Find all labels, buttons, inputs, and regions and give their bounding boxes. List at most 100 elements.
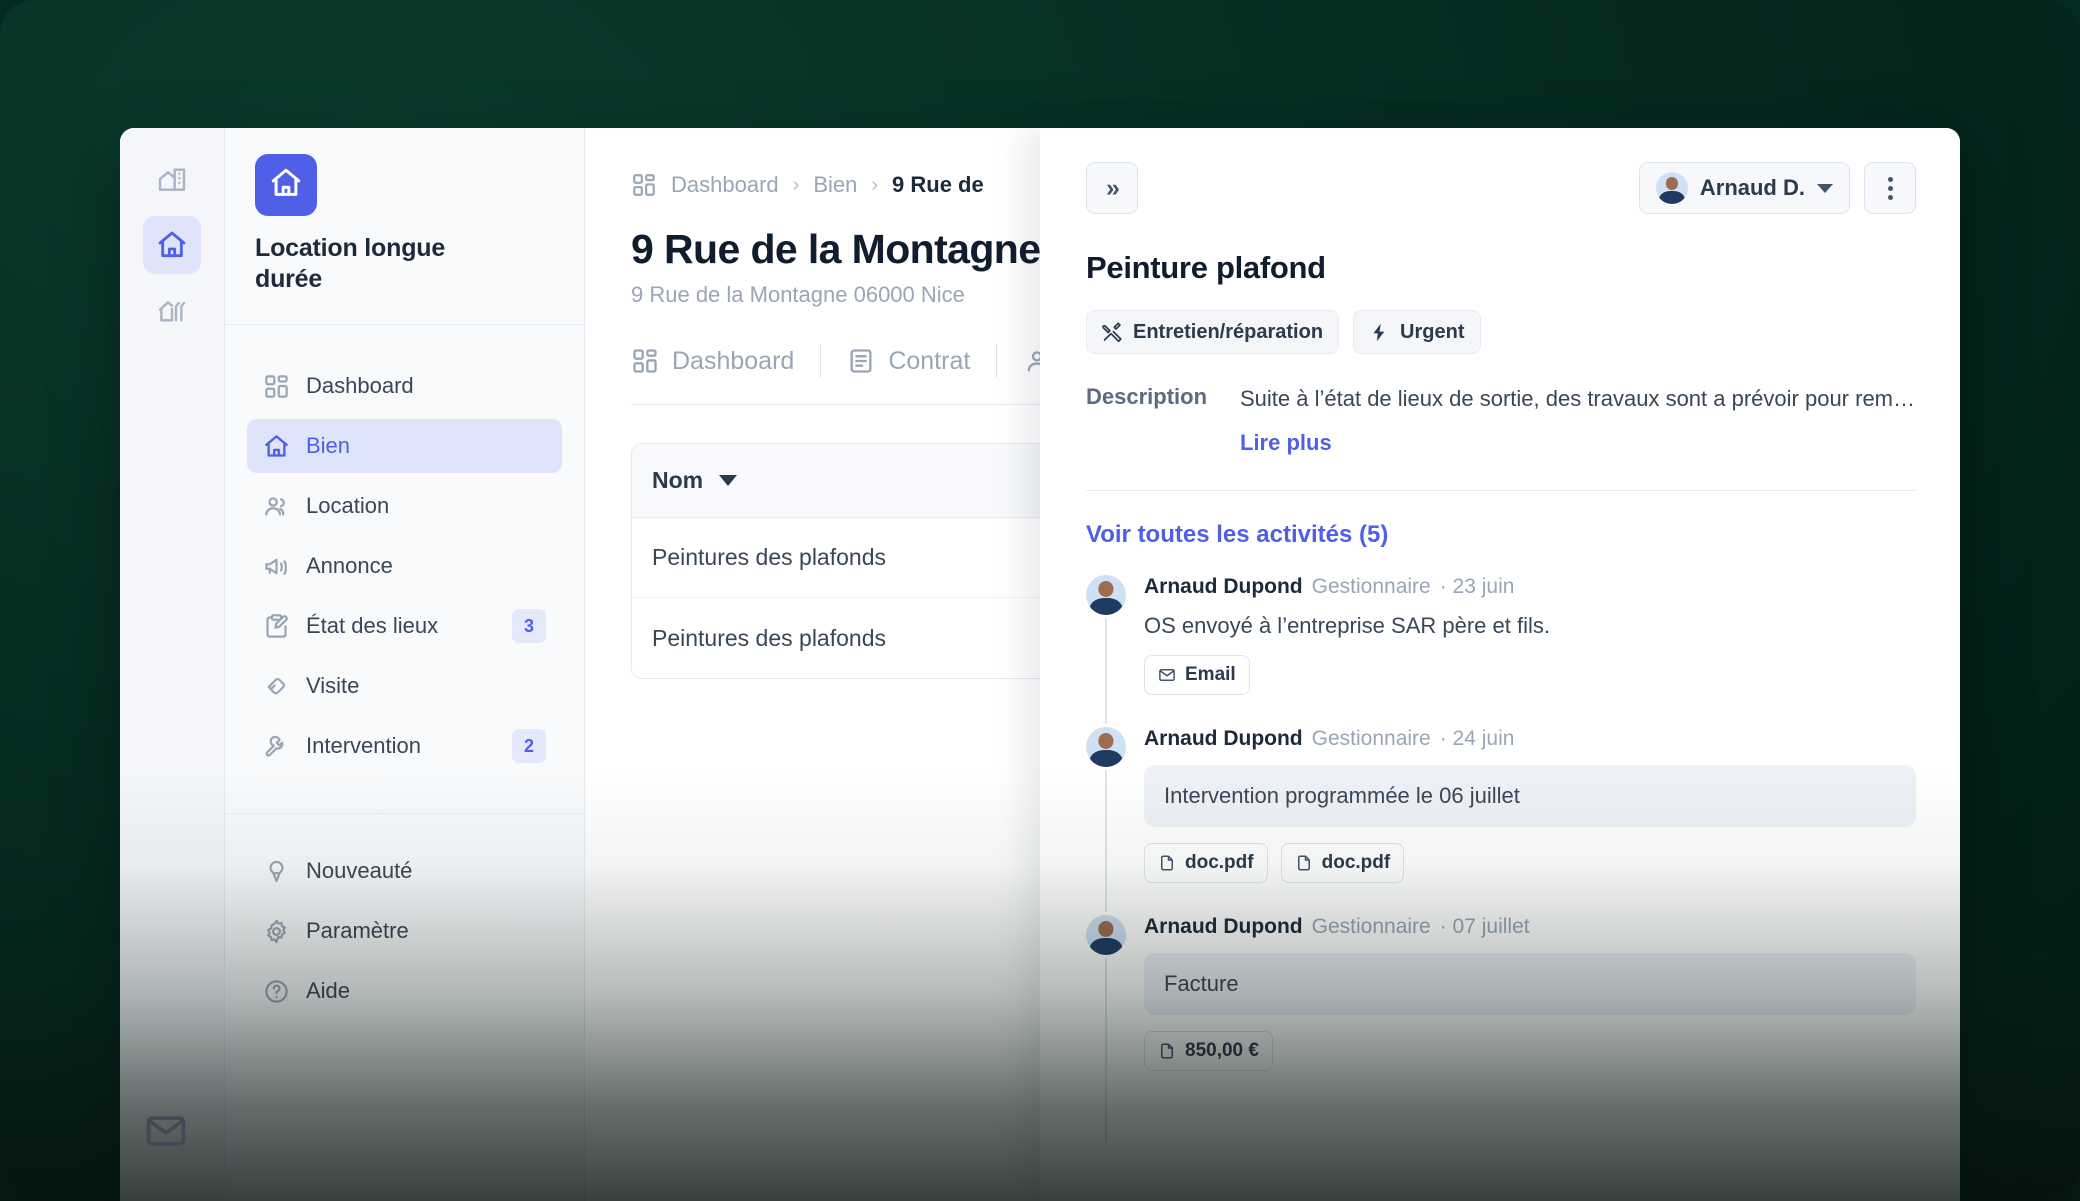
activity-note-box: Intervention programmée le 06 juillet: [1144, 764, 1916, 827]
avatar: [1086, 574, 1126, 615]
chip-label: doc.pdf: [1185, 851, 1254, 873]
sidebar-item-badge: 2: [512, 729, 546, 763]
home-icon: [156, 229, 188, 261]
column-header-nom[interactable]: Nom: [652, 467, 703, 494]
chevron-down-icon: [1817, 183, 1833, 193]
avatar: [1086, 914, 1126, 955]
activity-role: Gestionnaire: [1311, 914, 1431, 938]
rail-item-house-lines[interactable]: [143, 282, 201, 340]
chevrons-right-icon: »: [1106, 173, 1120, 202]
chip-invoice-amount[interactable]: 850,00 €: [1144, 1030, 1273, 1071]
assignee-label: Arnaud D.: [1699, 175, 1805, 200]
sparkle-icon: [263, 858, 290, 885]
tag-priority[interactable]: Urgent: [1353, 310, 1481, 354]
tab-label: Dashboard: [672, 346, 795, 375]
sidebar-item-parametre[interactable]: Paramètre: [247, 904, 562, 958]
cell-nom: Peintures des plafonds: [652, 544, 886, 570]
tab-dashboard[interactable]: Dashboard: [631, 347, 820, 376]
toolbar-right-group: Arnaud D.: [1638, 162, 1916, 214]
overflow-menu-button[interactable]: [1864, 162, 1916, 214]
brand-logo[interactable]: [255, 154, 317, 216]
sidebar-item-label: Paramètre: [306, 918, 409, 943]
chip-label: 850,00 €: [1185, 1039, 1259, 1061]
dashboard-icon: [631, 347, 659, 375]
tab-label: Contrat: [888, 346, 971, 375]
sidebar-item-visite[interactable]: Visite: [247, 659, 562, 713]
tab-contrat[interactable]: Contrat: [847, 347, 996, 376]
sidebar-item-aide[interactable]: Aide: [247, 964, 562, 1018]
activity-chips: 850,00 €: [1144, 1030, 1916, 1071]
detail-panel: » Arnaud D. Peinture plafond Entretien/r…: [1040, 128, 1960, 1201]
rail-item-home[interactable]: [143, 216, 201, 274]
sidebar: Location longue durée Dashboard Bien Loc…: [225, 128, 585, 1201]
sidebar-item-location[interactable]: Location: [247, 479, 562, 533]
activity-text: OS envoyé à l’entreprise SAR père et fil…: [1144, 612, 1550, 638]
clipboard-pen-icon: [263, 613, 290, 640]
view-all-activities-link[interactable]: Voir toutes les activités (5): [1086, 521, 1916, 549]
dashboard-icon: [631, 172, 657, 198]
activity-note-box: Facture: [1144, 952, 1916, 1015]
dashboard-icon: [263, 373, 290, 400]
sidebar-item-bien[interactable]: Bien: [247, 419, 562, 473]
bolt-icon: [1369, 322, 1390, 343]
sidebar-item-annonce[interactable]: Annonce: [247, 539, 562, 593]
chip-attachment[interactable]: doc.pdf: [1280, 842, 1405, 883]
file-pdf-icon: [1295, 854, 1313, 872]
sidebar-item-intervention[interactable]: Intervention 2: [247, 719, 562, 773]
rail-item-building-house[interactable]: [143, 150, 201, 208]
panel-title: Peinture plafond: [1086, 250, 1326, 285]
avatar: [1086, 726, 1126, 767]
sidebar-item-label: Aide: [306, 978, 351, 1003]
read-more-link[interactable]: Lire plus: [1240, 430, 1916, 456]
chip-attachment[interactable]: doc.pdf: [1144, 842, 1268, 883]
breadcrumb-item-bien[interactable]: Bien: [813, 172, 857, 198]
activity-date: · 23 juin: [1439, 574, 1515, 598]
activity-author: Arnaud Dupond: [1144, 726, 1303, 750]
description-text: Suite à l’état de lieux de sortie, des t…: [1240, 386, 1916, 411]
sidebar-item-etat-des-lieux[interactable]: État des lieux 3: [247, 599, 562, 653]
breadcrumb-item-dashboard[interactable]: Dashboard: [671, 172, 779, 198]
assignee-dropdown[interactable]: Arnaud D.: [1638, 162, 1850, 214]
sidebar-item-label: Bien: [306, 433, 351, 458]
caret-down-icon[interactable]: [719, 475, 738, 486]
activity-meta: Arnaud Dupond Gestionnaire · 24 juin: [1144, 727, 1916, 751]
activity-meta: Arnaud Dupond Gestionnaire · 07 juillet: [1144, 915, 1916, 939]
sidebar-item-label: Visite: [306, 673, 360, 698]
avatar: [1655, 172, 1688, 204]
panel-toolbar: » Arnaud D.: [1086, 162, 1916, 214]
breadcrumb-current: 9 Rue de: [892, 172, 984, 197]
activity-author: Arnaud Dupond: [1144, 914, 1303, 938]
chevron-right-icon: ›: [792, 173, 800, 196]
activity-item: Arnaud Dupond Gestionnaire · 07 juillet …: [1086, 914, 1916, 1103]
cell-nom: Peintures des plafonds: [652, 624, 886, 651]
mail-icon[interactable]: [144, 1109, 188, 1153]
collapse-panel-button[interactable]: »: [1086, 162, 1138, 214]
users-icon: [263, 493, 290, 520]
file-pdf-icon: [1158, 854, 1176, 872]
building-house-icon: [156, 163, 188, 195]
sidebar-secondary-nav: Nouveauté Paramètre Aide: [225, 814, 584, 1024]
wrench-icon: [263, 733, 290, 760]
chip-email[interactable]: Email: [1144, 654, 1250, 695]
sidebar-item-label: Intervention: [306, 733, 421, 758]
sidebar-item-dashboard[interactable]: Dashboard: [247, 359, 562, 413]
activity-chips: doc.pdf doc.pdf: [1144, 842, 1916, 883]
description-label: Description: [1086, 384, 1208, 409]
kebab-menu-icon: [1887, 176, 1893, 200]
home-icon: [269, 166, 303, 205]
house-lines-icon: [156, 295, 188, 327]
description-body: Suite à l’état de lieux de sortie, des t…: [1240, 384, 1916, 456]
sidebar-primary-nav: Dashboard Bien Location Annonce État des…: [225, 325, 584, 779]
tag-category[interactable]: Entretien/réparation: [1086, 310, 1340, 354]
icon-rail: [120, 128, 225, 1201]
activity-timeline: Arnaud Dupond Gestionnaire · 23 juin OS …: [1086, 574, 1916, 1143]
activity-date: · 24 juin: [1439, 726, 1515, 750]
sidebar-item-nouveaute[interactable]: Nouveauté: [247, 844, 562, 898]
tag-label: Entretien/réparation: [1133, 320, 1324, 343]
activity-date: · 07 juillet: [1439, 914, 1530, 938]
chevron-right-icon: ›: [871, 173, 879, 196]
chip-label: doc.pdf: [1321, 851, 1391, 873]
panel-divider: [1086, 489, 1916, 491]
activity-body: Arnaud Dupond Gestionnaire · 24 juin Int…: [1144, 727, 1916, 883]
sidebar-item-label: Nouveauté: [306, 858, 413, 883]
